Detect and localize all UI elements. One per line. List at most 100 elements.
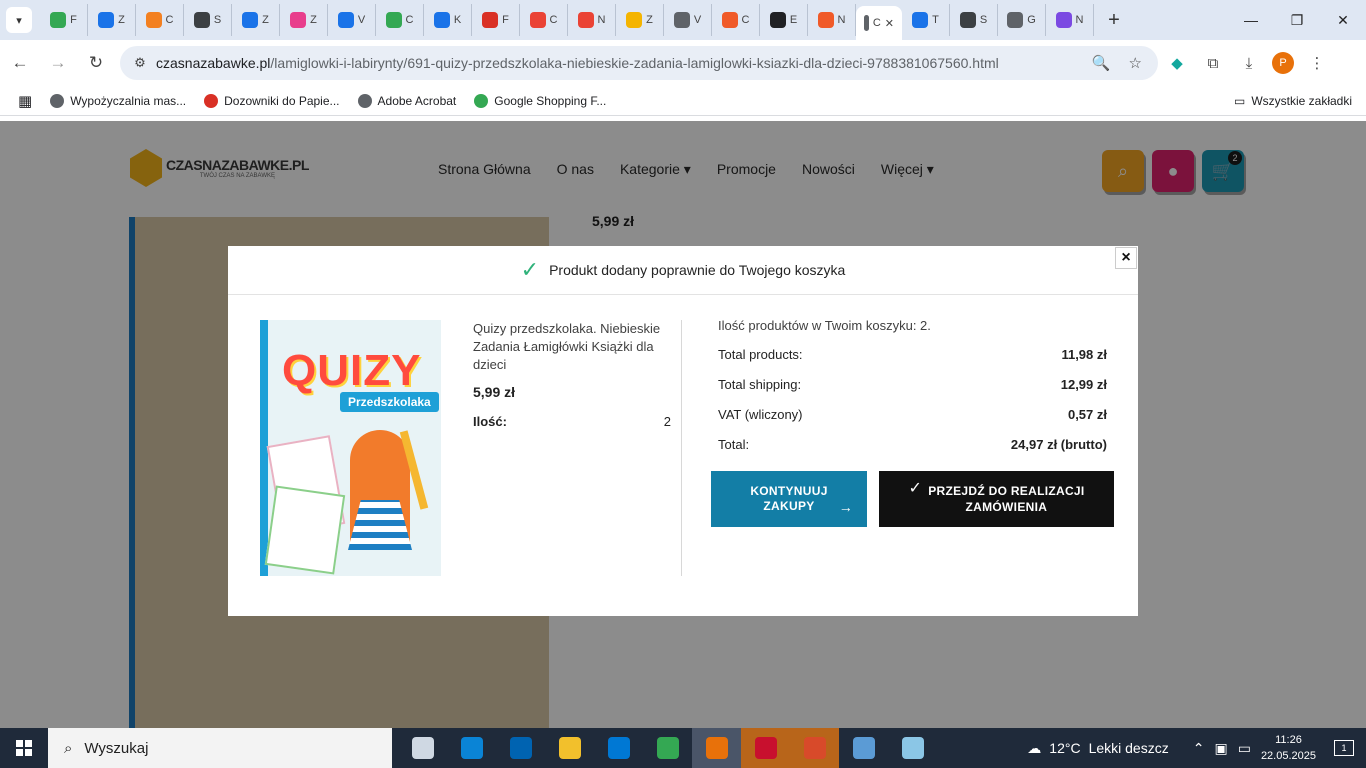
tab-title: F: [70, 14, 77, 26]
network-icon[interactable]: ▣: [1214, 740, 1227, 757]
product-name: Quizy przedszkolaka. Niebieskie Zadania …: [473, 321, 661, 372]
browser-tab[interactable]: V: [328, 4, 376, 36]
modal-close-button[interactable]: ×: [1115, 247, 1137, 269]
browser-tab[interactable]: C: [520, 4, 568, 36]
url-text[interactable]: czasnazabawke.pl/lamiglowki-i-labirynty/…: [156, 55, 1092, 71]
restore-icon[interactable]: ❐: [1274, 0, 1320, 40]
notifications-icon[interactable]: 1: [1334, 740, 1354, 756]
url-field[interactable]: ⚙ czasnazabawke.pl/lamiglowki-i-labirynt…: [120, 46, 1158, 80]
quantity-value: 2: [663, 414, 671, 429]
tab-favicon-icon: [337, 12, 354, 28]
bookmark-item[interactable]: Adobe Acrobat: [357, 93, 457, 108]
browser-tab[interactable]: F: [40, 4, 88, 36]
taskbar-app-icon[interactable]: [545, 728, 594, 768]
taskbar-app-icon[interactable]: [741, 728, 790, 768]
taskbar-app-icon[interactable]: [447, 728, 496, 768]
tab-favicon-icon: [769, 12, 786, 28]
tab-favicon-icon: [577, 12, 594, 28]
summary-label: Total shipping:: [718, 377, 802, 392]
browser-tab[interactable]: C: [712, 4, 760, 36]
browser-tab[interactable]: Z: [88, 4, 136, 36]
tab-title: Z: [310, 14, 317, 26]
browser-tab[interactable]: C ✕: [856, 6, 902, 40]
taskbar-app-icon[interactable]: [692, 728, 741, 768]
tab-search-button[interactable]: ▾: [6, 7, 32, 33]
bookmark-star-icon[interactable]: ☆: [1129, 54, 1142, 72]
tab-favicon-icon: [959, 12, 976, 28]
tab-title: C: [872, 17, 881, 29]
all-bookmarks-label: Wszystkie zakładki: [1251, 93, 1352, 108]
summary-label: VAT (wliczony): [718, 407, 803, 422]
close-tab-icon[interactable]: ✕: [885, 17, 894, 30]
taskbar-app-icon[interactable]: [398, 728, 447, 768]
taskbar-search[interactable]: ⌕ Wyszukaj: [48, 728, 392, 768]
bookmark-item[interactable]: Google Shopping F...: [474, 93, 606, 108]
tab-title: N: [837, 14, 846, 26]
minimize-icon[interactable]: —: [1228, 0, 1274, 40]
taskbar-app-icon[interactable]: [888, 728, 937, 768]
tab-title: E: [789, 14, 798, 26]
browser-tab[interactable]: S: [184, 4, 232, 36]
chevron-up-icon[interactable]: ⌃: [1193, 740, 1205, 757]
bookmark-label: Dozowniki do Papie...: [224, 93, 340, 108]
tab-title: C: [741, 14, 750, 26]
taskbar-app-icon[interactable]: [643, 728, 692, 768]
bookmark-label: Wypożyczalnia mas...: [70, 93, 187, 108]
tab-favicon-icon: [193, 12, 210, 28]
menu-icon[interactable]: ⋮: [1304, 50, 1330, 76]
browser-tab[interactable]: N: [1046, 4, 1094, 36]
browser-tab[interactable]: N: [808, 4, 856, 36]
browser-tab[interactable]: G: [998, 4, 1046, 36]
checkout-button[interactable]: ✓ PRZEJDŹ DO REALIZACJI ZAMÓWIENIA: [879, 471, 1114, 527]
tab-title: N: [1075, 14, 1084, 26]
continue-shopping-button[interactable]: KONTYNUUJ ZAKUPY →: [711, 471, 867, 527]
bookmark-item[interactable]: Dozowniki do Papie...: [204, 93, 340, 108]
modal-header: ✓ Produkt dodany poprawnie do Twojego ko…: [228, 246, 1138, 295]
url-path: /lamiglowki-i-labirynty/691-quizy-przeds…: [270, 55, 999, 71]
taskbar-app-icon[interactable]: [496, 728, 545, 768]
taskbar-app-icon[interactable]: [790, 728, 839, 768]
download-icon[interactable]: ⤓: [1236, 50, 1262, 76]
site-info-icon[interactable]: ⚙: [124, 55, 156, 71]
clock[interactable]: 11:26 22.05.2025: [1261, 732, 1316, 764]
bookmark-item[interactable]: Wypożyczalnia mas...: [50, 93, 187, 108]
check-icon: ✓: [520, 257, 540, 282]
product-price: 5,99 zł: [473, 384, 516, 400]
browser-tab[interactable]: K: [424, 4, 472, 36]
extensions-puzzle-icon[interactable]: ⧉: [1200, 50, 1226, 76]
profile-avatar[interactable]: P: [1272, 52, 1294, 74]
tab-favicon-icon: [145, 12, 162, 28]
back-icon[interactable]: ←: [2, 45, 38, 81]
start-button[interactable]: [0, 728, 48, 768]
apps-grid-icon[interactable]: ▦: [18, 92, 32, 110]
browser-tab[interactable]: V: [664, 4, 712, 36]
battery-icon[interactable]: ▭: [1238, 740, 1251, 757]
browser-tab[interactable]: N: [568, 4, 616, 36]
browser-tab[interactable]: T: [902, 4, 950, 36]
browser-tab[interactable]: E: [760, 4, 808, 36]
browser-tab[interactable]: Z: [616, 4, 664, 36]
tab-title: F: [502, 14, 509, 26]
taskbar-app-icon[interactable]: [839, 728, 888, 768]
checkout-label-1: PRZEJDŹ DO REALIZACJI: [928, 484, 1085, 498]
weather-widget[interactable]: ☁ 12°C Lekki deszcz: [1027, 740, 1168, 757]
browser-tab[interactable]: S: [950, 4, 998, 36]
product-quantity: Ilość: 2: [473, 414, 671, 429]
new-tab-button[interactable]: +: [1100, 6, 1128, 34]
browser-tab[interactable]: Z: [280, 4, 328, 36]
summary-row: VAT (wliczony) 0,57 zł: [718, 407, 1107, 437]
browser-tab[interactable]: C: [136, 4, 184, 36]
browser-tab[interactable]: C: [376, 4, 424, 36]
browser-tab[interactable]: Z: [232, 4, 280, 36]
taskbar-app-icon[interactable]: [594, 728, 643, 768]
extension-icon[interactable]: ◆: [1164, 50, 1190, 76]
bookmark-label: Adobe Acrobat: [377, 93, 457, 108]
zoom-icon[interactable]: 🔍: [1092, 54, 1111, 72]
close-window-icon[interactable]: ✕: [1320, 0, 1366, 40]
browser-tab[interactable]: F: [472, 4, 520, 36]
all-bookmarks[interactable]: ▭ Wszystkie zakładki: [1234, 94, 1352, 108]
clock-time: 11:26: [1275, 734, 1302, 746]
reload-icon[interactable]: ↻: [78, 45, 114, 81]
forward-icon[interactable]: →: [40, 45, 76, 81]
tab-favicon-icon: [1055, 12, 1072, 28]
